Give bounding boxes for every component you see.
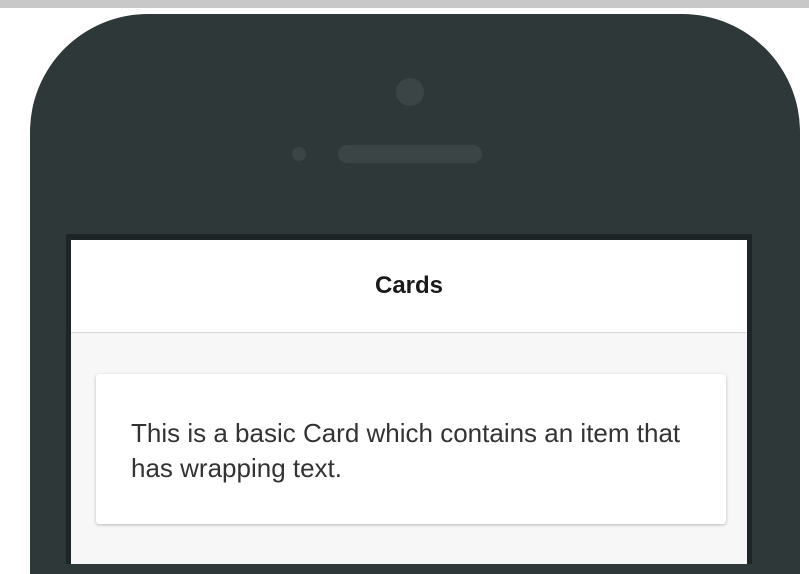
sensor-icon — [292, 147, 306, 161]
phone-screen: Cards This is a basic Card which contain… — [66, 234, 752, 564]
card-item-text: This is a basic Card which contains an i… — [131, 418, 681, 483]
browser-top-strip — [0, 0, 809, 8]
speaker-icon — [338, 145, 482, 163]
card[interactable]: This is a basic Card which contains an i… — [96, 374, 726, 524]
header-bar: Cards — [71, 240, 747, 333]
camera-icon — [396, 78, 424, 106]
phone-device-frame: Cards This is a basic Card which contain… — [30, 14, 800, 574]
page-title: Cards — [374, 272, 444, 299]
app-view: Cards This is a basic Card which contain… — [71, 240, 747, 564]
content-area[interactable]: This is a basic Card which contains an i… — [71, 333, 747, 564]
